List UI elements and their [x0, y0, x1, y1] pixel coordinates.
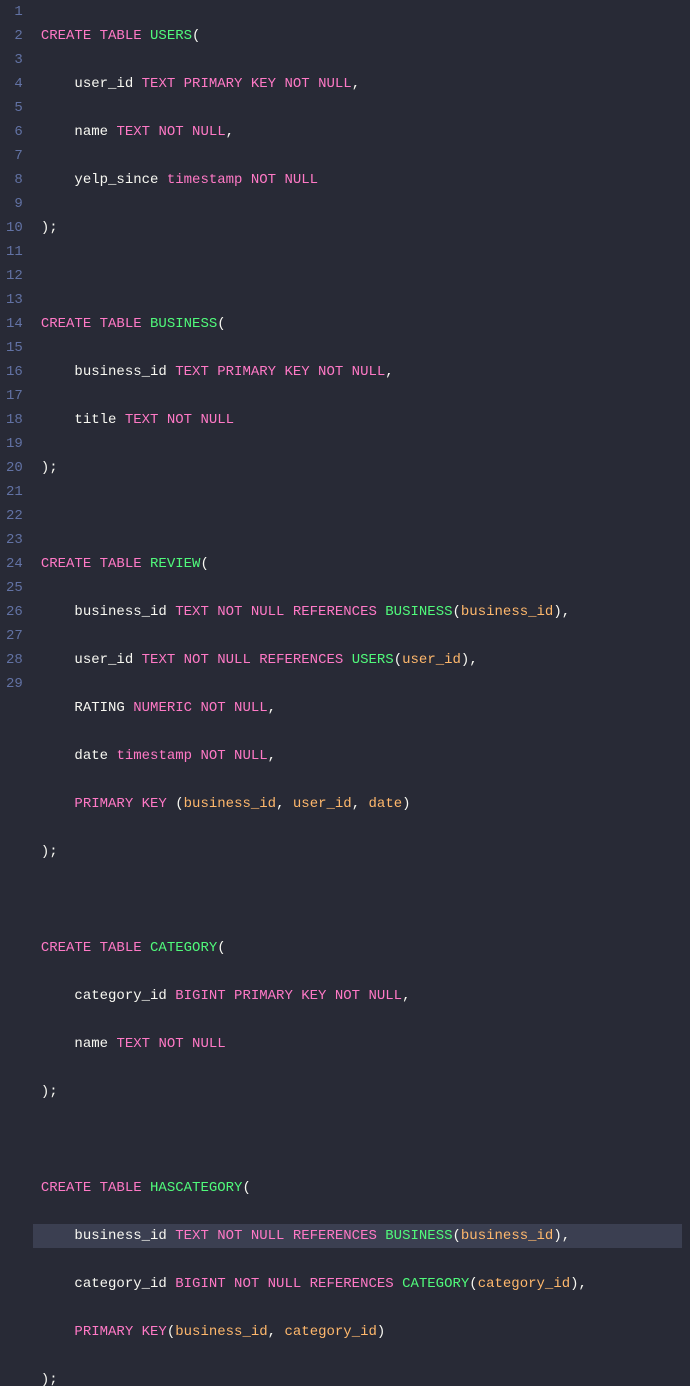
line-number: 14	[6, 312, 23, 336]
line-number: 23	[6, 528, 23, 552]
line-number: 20	[6, 456, 23, 480]
code-line[interactable]: RATING NUMERIC NOT NULL,	[41, 696, 682, 720]
code-line[interactable]: );	[41, 1368, 682, 1386]
code-line[interactable]: );	[41, 840, 682, 864]
line-number: 8	[6, 168, 23, 192]
code-line[interactable]: );	[41, 216, 682, 240]
code-line[interactable]: category_id BIGINT NOT NULL REFERENCES C…	[41, 1272, 682, 1296]
code-line[interactable]	[41, 264, 682, 288]
line-number: 17	[6, 384, 23, 408]
line-number: 28	[6, 648, 23, 672]
line-number: 26	[6, 600, 23, 624]
code-line[interactable]: name TEXT NOT NULL	[41, 1032, 682, 1056]
line-number: 29	[6, 672, 23, 696]
code-line[interactable]: CREATE TABLE REVIEW(	[41, 552, 682, 576]
code-line[interactable]: CREATE TABLE BUSINESS(	[41, 312, 682, 336]
line-number: 10	[6, 216, 23, 240]
line-number: 25	[6, 576, 23, 600]
code-line[interactable]	[41, 504, 682, 528]
code-line[interactable]: title TEXT NOT NULL	[41, 408, 682, 432]
code-line[interactable]: business_id TEXT PRIMARY KEY NOT NULL,	[41, 360, 682, 384]
line-number: 27	[6, 624, 23, 648]
line-number: 9	[6, 192, 23, 216]
code-line[interactable]: user_id TEXT PRIMARY KEY NOT NULL,	[41, 72, 682, 96]
code-line[interactable]	[41, 888, 682, 912]
line-number: 16	[6, 360, 23, 384]
code-line[interactable]: yelp_since timestamp NOT NULL	[41, 168, 682, 192]
line-number-gutter: 1 2 3 4 5 6 7 8 9 10 11 12 13 14 15 16 1…	[0, 0, 33, 693]
line-number: 24	[6, 552, 23, 576]
line-number: 21	[6, 480, 23, 504]
code-line[interactable]: CREATE TABLE HASCATEGORY(	[41, 1176, 682, 1200]
line-number: 4	[6, 72, 23, 96]
code-line-highlighted[interactable]: business_id TEXT NOT NULL REFERENCES BUS…	[33, 1224, 682, 1248]
line-number: 13	[6, 288, 23, 312]
code-line[interactable]: date timestamp NOT NULL,	[41, 744, 682, 768]
line-number: 7	[6, 144, 23, 168]
line-number: 22	[6, 504, 23, 528]
code-line[interactable]: PRIMARY KEY(business_id, category_id)	[41, 1320, 682, 1344]
code-line[interactable]: name TEXT NOT NULL,	[41, 120, 682, 144]
line-number: 11	[6, 240, 23, 264]
code-line[interactable]: );	[41, 456, 682, 480]
line-number: 12	[6, 264, 23, 288]
code-editor[interactable]: 1 2 3 4 5 6 7 8 9 10 11 12 13 14 15 16 1…	[0, 0, 690, 693]
line-number: 2	[6, 24, 23, 48]
code-area[interactable]: CREATE TABLE USERS( user_id TEXT PRIMARY…	[33, 0, 690, 693]
code-line[interactable]: CREATE TABLE CATEGORY(	[41, 936, 682, 960]
line-number: 5	[6, 96, 23, 120]
code-line[interactable]: business_id TEXT NOT NULL REFERENCES BUS…	[41, 600, 682, 624]
code-line[interactable]: user_id TEXT NOT NULL REFERENCES USERS(u…	[41, 648, 682, 672]
line-number: 1	[6, 0, 23, 24]
line-number: 18	[6, 408, 23, 432]
code-line[interactable]: );	[41, 1080, 682, 1104]
line-number: 3	[6, 48, 23, 72]
code-line[interactable]	[41, 1128, 682, 1152]
line-number: 6	[6, 120, 23, 144]
code-line[interactable]: PRIMARY KEY (business_id, user_id, date)	[41, 792, 682, 816]
line-number: 19	[6, 432, 23, 456]
code-line[interactable]: category_id BIGINT PRIMARY KEY NOT NULL,	[41, 984, 682, 1008]
line-number: 15	[6, 336, 23, 360]
code-line[interactable]: CREATE TABLE USERS(	[41, 24, 682, 48]
